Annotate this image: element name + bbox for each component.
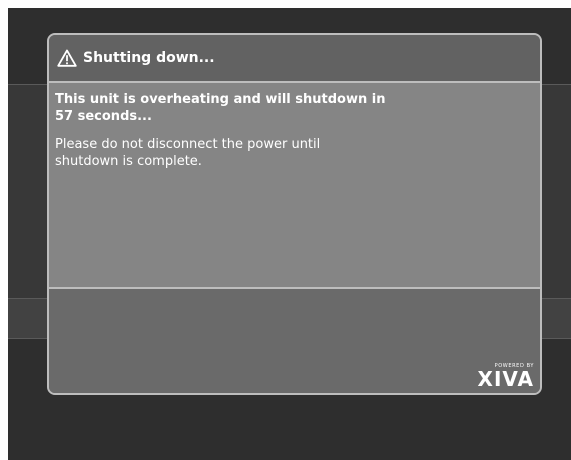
dialog-footer: POWERED BY XIVA	[49, 289, 540, 393]
dialog-header: Shutting down...	[49, 35, 540, 83]
xiva-logo: XIVA	[477, 367, 534, 391]
warning-triangle-icon	[57, 49, 77, 67]
power-warning-message: Please do not disconnect the power until…	[55, 137, 321, 169]
dialog-body: This unit is overheating and will shutdo…	[49, 83, 540, 289]
screen: Shutting down... This unit is overheatin…	[8, 8, 571, 460]
dialog-title: Shutting down...	[83, 50, 215, 66]
overheat-message: This unit is overheating and will shutdo…	[55, 92, 386, 124]
shutdown-dialog: Shutting down... This unit is overheatin…	[47, 33, 542, 395]
brand-logo: POWERED BY XIVA	[478, 363, 534, 389]
